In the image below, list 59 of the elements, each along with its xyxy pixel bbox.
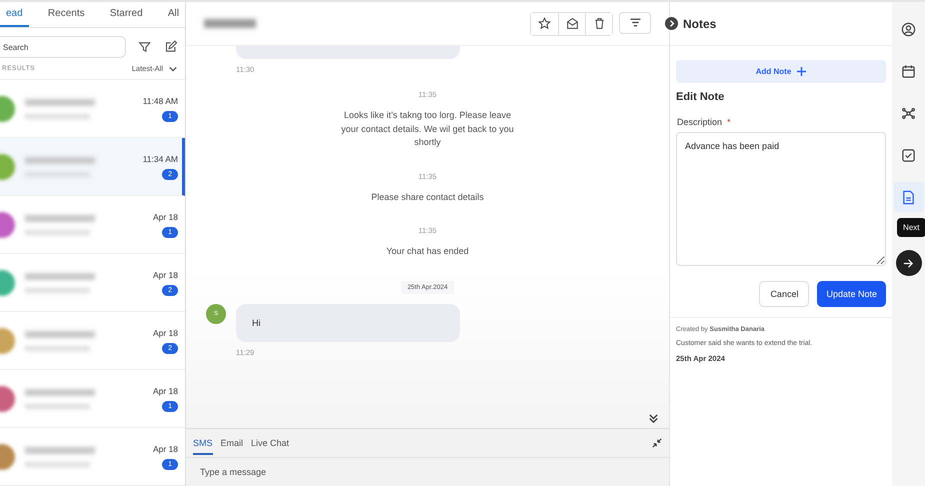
next-button[interactable] xyxy=(896,250,922,276)
plus-icon xyxy=(797,67,806,76)
conversation-time: 11:48 AM xyxy=(142,96,178,106)
system-message: Your chat has ended xyxy=(385,245,470,258)
conversation-time: Apr 18 xyxy=(152,386,178,396)
channel-tab[interactable]: Live Chat xyxy=(251,432,290,454)
blurred-preview xyxy=(25,230,90,234)
blurred-name xyxy=(25,98,95,106)
conversation-time: Apr 18 xyxy=(152,444,178,454)
blurred-preview xyxy=(25,114,90,118)
inbox-tab[interactable]: ead xyxy=(0,2,29,27)
system-message: Please share contact details xyxy=(370,190,485,204)
update-note-button[interactable]: Update Note xyxy=(817,281,886,307)
conversation-time: Apr 18 xyxy=(152,328,178,338)
blurred-preview xyxy=(25,288,90,292)
blurred-name xyxy=(25,214,95,222)
envelope-icon xyxy=(566,17,578,30)
star-icon xyxy=(538,17,551,30)
blurred-name xyxy=(25,272,95,280)
search-field[interactable]: Search xyxy=(0,36,126,58)
system-message: Looks like it’s takng too lorg. Please leave your contact details. We wil get back to you shortly xyxy=(340,109,515,149)
filter-button[interactable] xyxy=(619,12,651,34)
add-note-button[interactable]: Add Note xyxy=(676,60,886,83)
filter-lines-icon xyxy=(628,16,642,29)
edit-note-heading: Edit Note xyxy=(676,91,726,103)
conversation-time: Apr 18 xyxy=(152,270,178,280)
caret-icon xyxy=(169,66,177,72)
cancel-button[interactable]: Cancel xyxy=(759,281,810,307)
inbox-tab[interactable]: Starred xyxy=(104,2,149,27)
blurred-name xyxy=(25,446,95,454)
compose-icon[interactable] xyxy=(164,40,177,54)
inbox-tab[interactable]: Recents xyxy=(42,2,91,27)
conversation-time: Apr 18 xyxy=(152,212,178,222)
collapse-panel-icon[interactable] xyxy=(665,17,678,30)
description-field[interactable]: Advance has been paid xyxy=(676,132,886,266)
blurred-name xyxy=(25,156,95,164)
panel-title: Notes xyxy=(683,16,716,30)
message-bubble: Hi xyxy=(236,304,460,342)
blurred-preview xyxy=(25,404,90,408)
blurred-preview xyxy=(25,346,90,350)
field-label: Description xyxy=(677,117,722,127)
delete-button[interactable] xyxy=(585,12,612,34)
channel-tab[interactable]: Email xyxy=(220,432,244,454)
inbox-tab[interactable]: All xyxy=(162,2,185,27)
blurred-preview xyxy=(25,462,90,466)
message-input[interactable]: Type a message xyxy=(186,458,669,486)
tooltip: Next xyxy=(897,218,925,237)
notes-tab-icon[interactable] xyxy=(894,182,924,212)
collapse-icon[interactable] xyxy=(652,438,662,448)
conversation-time: 11:34 AM xyxy=(142,154,178,164)
blurred-name xyxy=(25,330,95,338)
trash-icon xyxy=(592,17,606,30)
filter-icon[interactable] xyxy=(138,40,152,54)
arrow-right-icon xyxy=(903,258,914,268)
channel-tab[interactable]: SMS xyxy=(193,432,213,454)
required-mark: * xyxy=(727,117,731,127)
blurred-name xyxy=(25,388,95,396)
scroll-down-icon[interactable] xyxy=(648,413,659,424)
blurred-contact-name xyxy=(204,19,256,28)
